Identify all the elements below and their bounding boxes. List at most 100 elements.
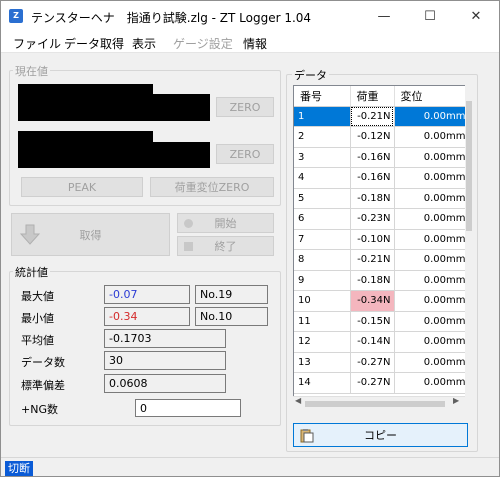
peak-button[interactable]: PEAK	[21, 177, 143, 197]
cell-load[interactable]: -0.21N	[350, 106, 395, 127]
cell-displacement[interactable]: 0.00mm	[394, 249, 467, 271]
cell-load[interactable]: -0.21N	[350, 249, 395, 271]
cell-number[interactable]: 11	[294, 311, 351, 332]
average-label: 平均値	[21, 334, 54, 347]
cell-load[interactable]: -0.27N	[350, 352, 395, 373]
cell-number[interactable]: 9	[294, 270, 351, 291]
app-icon: Z	[9, 9, 23, 23]
count-field: 30	[104, 351, 226, 370]
cell-number[interactable]: 13	[294, 352, 351, 373]
stop-button-label: 終了	[214, 240, 237, 253]
zero-button-displacement[interactable]: ZERO	[216, 144, 274, 164]
cell-number[interactable]: 10	[294, 290, 351, 312]
horizontal-scrollbar[interactable]: ◀ ▶	[293, 396, 465, 411]
minimize-button[interactable]: —	[361, 1, 407, 31]
cell-load[interactable]: -0.16N	[350, 167, 395, 189]
cell-load[interactable]: -0.34N	[350, 290, 395, 312]
cell-number[interactable]: 8	[294, 249, 351, 271]
ng-count-field[interactable]: 0	[135, 399, 241, 417]
cell-load[interactable]: -0.18N	[350, 270, 395, 291]
scroll-left-icon[interactable]: ◀	[295, 396, 301, 405]
close-button[interactable]: ✕	[453, 1, 499, 31]
window-title: テンスターヘナ 指通り試験.zlg - ZT Logger 1.04	[31, 11, 312, 25]
table-row[interactable]: 3 -0.16N 0.00mm	[294, 147, 467, 168]
cell-load[interactable]: -0.12N	[350, 126, 395, 148]
column-header-load[interactable]: 荷重	[350, 86, 395, 107]
record-icon	[184, 219, 193, 228]
column-header-displacement[interactable]: 変位	[394, 86, 467, 107]
menu-gauge-settings[interactable]: ゲージ設定	[173, 35, 233, 52]
cell-number[interactable]: 12	[294, 331, 351, 353]
table-row[interactable]: 7 -0.10N 0.00mm	[294, 229, 467, 250]
table-row[interactable]: 9 -0.18N 0.00mm	[294, 270, 467, 291]
status-bar: 切断	[1, 457, 499, 476]
cell-displacement[interactable]: 0.00mm	[394, 372, 467, 394]
load-display	[18, 84, 153, 121]
clipboard-icon	[300, 429, 314, 443]
std-dev-field: 0.0608	[104, 374, 226, 393]
cell-number[interactable]: 14	[294, 372, 351, 394]
cell-displacement[interactable]: 0.00mm	[394, 290, 467, 312]
start-button[interactable]: 開始	[177, 213, 274, 233]
menu-file[interactable]: ファイル	[13, 35, 61, 52]
table-row[interactable]: 13 -0.27N 0.00mm	[294, 352, 467, 373]
cell-displacement[interactable]: 0.00mm	[394, 229, 467, 250]
table-row[interactable]: 5 -0.18N 0.00mm	[294, 188, 467, 209]
table-row[interactable]: 4 -0.16N 0.00mm	[294, 167, 467, 189]
copy-button[interactable]: コピー	[293, 423, 468, 447]
cell-displacement[interactable]: 0.00mm	[394, 147, 467, 168]
table-row[interactable]: 12 -0.14N 0.00mm	[294, 331, 467, 353]
cell-load[interactable]: -0.23N	[350, 208, 395, 230]
horizontal-scroll-thumb[interactable]	[305, 401, 445, 407]
maximize-button[interactable]: ☐	[407, 1, 453, 31]
cell-number[interactable]: 2	[294, 126, 351, 148]
cell-displacement[interactable]: 0.00mm	[394, 331, 467, 353]
cell-displacement[interactable]: 0.00mm	[394, 311, 467, 332]
cell-displacement[interactable]: 0.00mm	[394, 208, 467, 230]
stop-button[interactable]: 終了	[177, 236, 274, 256]
cell-number[interactable]: 6	[294, 208, 351, 230]
get-button[interactable]: 取得	[11, 213, 170, 256]
menu-view[interactable]: 表示	[132, 35, 156, 52]
cell-displacement[interactable]: 0.00mm	[394, 352, 467, 373]
table-row[interactable]: 6 -0.23N 0.00mm	[294, 208, 467, 230]
cell-number[interactable]: 5	[294, 188, 351, 209]
min-no-field: No.10	[195, 307, 268, 326]
get-button-label: 取得	[79, 228, 102, 242]
cell-number[interactable]: 3	[294, 147, 351, 168]
displacement-display	[18, 131, 153, 168]
column-header-number[interactable]: 番号	[294, 86, 351, 107]
menu-data-acquisition[interactable]: データ取得	[64, 35, 124, 52]
connection-status: 切断	[5, 461, 33, 476]
cell-load[interactable]: -0.10N	[350, 229, 395, 250]
data-title: データ	[292, 67, 329, 83]
table-row[interactable]: 10 -0.34N 0.00mm	[294, 290, 467, 312]
cell-load[interactable]: -0.16N	[350, 147, 395, 168]
cell-number[interactable]: 1	[294, 106, 351, 127]
cell-load[interactable]: -0.18N	[350, 188, 395, 209]
cell-load[interactable]: -0.27N	[350, 372, 395, 394]
table-row[interactable]: 8 -0.21N 0.00mm	[294, 249, 467, 271]
cell-number[interactable]: 7	[294, 229, 351, 250]
cell-displacement[interactable]: 0.00mm	[394, 126, 467, 148]
cell-number[interactable]: 4	[294, 167, 351, 189]
table-row[interactable]: 14 -0.27N 0.00mm	[294, 372, 467, 394]
cell-displacement[interactable]: 0.00mm	[394, 188, 467, 209]
load-displacement-zero-button[interactable]: 荷重変位ZERO	[150, 177, 274, 197]
table-row[interactable]: 1 -0.21N 0.00mm	[294, 106, 467, 127]
cell-load[interactable]: -0.14N	[350, 331, 395, 353]
table-row[interactable]: 11 -0.15N 0.00mm	[294, 311, 467, 332]
scroll-right-icon[interactable]: ▶	[453, 396, 459, 405]
title-bar[interactable]: Z テンスターヘナ 指通り試験.zlg - ZT Logger 1.04 — ☐…	[1, 1, 499, 31]
cell-displacement[interactable]: 0.00mm	[394, 167, 467, 189]
stop-icon	[184, 242, 193, 251]
displacement-unit-display	[153, 142, 210, 168]
table-row[interactable]: 2 -0.12N 0.00mm	[294, 126, 467, 148]
vertical-scroll-thumb[interactable]	[466, 101, 472, 231]
menu-info[interactable]: 情報	[243, 35, 267, 52]
cell-load[interactable]: -0.15N	[350, 311, 395, 332]
data-grid[interactable]: 番号 荷重 変位 1 -0.21N 0.00mm 2 -0.12N 0.00mm 3 -0.1…	[293, 85, 473, 411]
zero-button-load[interactable]: ZERO	[216, 97, 274, 117]
cell-displacement[interactable]: 0.00mm	[394, 270, 467, 291]
cell-displacement[interactable]: 0.00mm	[394, 106, 467, 127]
